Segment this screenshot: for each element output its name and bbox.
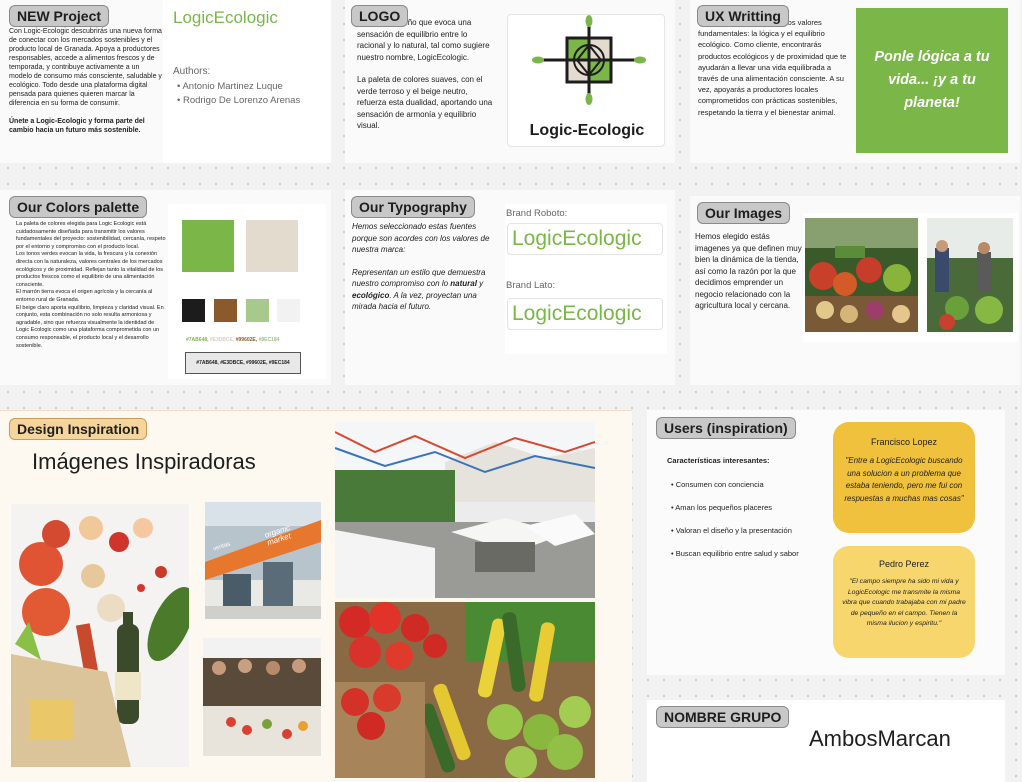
group-tag: NOMBRE GRUPO bbox=[656, 706, 790, 728]
colors-paragraph: Los tonos verdes evocan la vida, la fres… bbox=[16, 251, 164, 288]
typography-card: Our Typography Hemos seleccionado estas … bbox=[345, 190, 675, 385]
market-stalls-town-photo bbox=[335, 422, 595, 598]
swatch-beige bbox=[246, 220, 298, 272]
testimonial-pedro: Pedro Perez "El campo siempre ha sido mi… bbox=[833, 546, 975, 658]
colors-paragraph: La paleta de colores elegida para Logic … bbox=[16, 221, 166, 250]
users-card: Users (inspiration) Características inte… bbox=[647, 410, 1005, 675]
ux-description: ologic transmita nuestros dos valores fu… bbox=[698, 17, 848, 118]
typography-samples-panel: Brand Roboto: LogicEcologic Brand Lato: … bbox=[505, 204, 667, 354]
design-heading: Imágenes Inspiradoras bbox=[32, 449, 256, 474]
authors-label: Authors: bbox=[173, 66, 211, 77]
lato-sample: LogicEcologic bbox=[507, 298, 663, 330]
author-item: • Rodrigo De Lorenzo Arenas bbox=[177, 95, 301, 106]
swatch-green bbox=[182, 220, 234, 272]
ux-paragraph: ologic transmita nuestros dos valores fu… bbox=[698, 18, 847, 117]
color-code: #7AB648, bbox=[186, 337, 209, 343]
user-trait-item: • Consumen con conciencia bbox=[671, 480, 764, 489]
color-code: #9EC184 bbox=[258, 337, 280, 343]
logo-card: do por un diseño que evoca una sensación… bbox=[345, 0, 675, 163]
color-code: #E3DBCE, bbox=[209, 337, 235, 343]
user-trait-item: • Buscan equilibrio entre salud y sabor bbox=[671, 549, 799, 558]
market-crowd-photo bbox=[203, 638, 321, 756]
group-name-card: NOMBRE GRUPO AmbosMarcan bbox=[647, 700, 1005, 782]
new-project-paragraph: Con Logic-Ecologic descubrirás una nueva… bbox=[9, 28, 162, 107]
logo-tag: LOGO bbox=[351, 5, 409, 27]
testimonial-francisco: Francisco Lopez "Entre a LogicEcologic b… bbox=[833, 422, 975, 533]
images-paragraph: Hemos elegido estás imagenes ya que defi… bbox=[695, 232, 802, 310]
design-inspiration-card: Design Inspiration Imágenes Inspiradoras bbox=[0, 410, 632, 782]
testimonial-author: Pedro Perez bbox=[878, 559, 930, 569]
author-name: Rodrigo De Lorenzo Arenas bbox=[182, 95, 301, 106]
slogan-box: Ponle lógica a tu vida... ¡y a tu planet… bbox=[856, 8, 1008, 153]
ux-writting-card: ologic transmita nuestros dos valores fu… bbox=[690, 0, 1020, 163]
roboto-label: Brand Roboto: bbox=[506, 208, 568, 219]
new-project-brand-panel: LogicEcologic Authors: • Antonio Martine… bbox=[163, 0, 331, 163]
colors-paragraph: El marrón tierra evoca el origen agrícol… bbox=[16, 289, 153, 303]
organic-market-storefront-photo: organic market veritas bbox=[205, 502, 321, 619]
swatch-light-gray bbox=[277, 299, 300, 322]
brand-name: LogicEcologic bbox=[173, 8, 278, 27]
roboto-sample: LogicEcologic bbox=[507, 223, 663, 255]
colors-paragraph: El beige claro aporta equilibrio, limpie… bbox=[16, 304, 164, 349]
vegetables-crates-photo bbox=[335, 602, 595, 778]
design-tag: Design Inspiration bbox=[9, 418, 148, 440]
users-heading: Características interesantes: bbox=[667, 456, 770, 465]
color-code: #99602E, bbox=[235, 337, 258, 343]
new-project-card: NEW Project Con Logic-Ecologic descubrir… bbox=[0, 0, 331, 163]
user-trait-item: • Valoran el diseño y la presentación bbox=[671, 526, 792, 535]
images-description: Hemos elegido estás imagenes ya que defi… bbox=[695, 231, 803, 312]
logo-paragraph: La paleta de colores suaves, con el verd… bbox=[357, 75, 493, 130]
logo-description: do por un diseño que evoca una sensación… bbox=[357, 17, 497, 132]
logo-wordmark: Logic-Ecologic bbox=[529, 122, 645, 139]
vegetables-bag-photo bbox=[11, 504, 189, 767]
user-trait-item: • Aman los pequeños placeres bbox=[671, 503, 773, 512]
logo-mark-icon bbox=[532, 15, 646, 105]
ux-tag: UX Writting bbox=[697, 5, 789, 27]
typography-tag: Our Typography bbox=[351, 196, 475, 218]
new-project-tag: NEW Project bbox=[9, 5, 110, 27]
swatch-panel: #7AB648, #E3DBCE, #99602E, #9EC184 #7AB6… bbox=[168, 204, 326, 379]
slogan-text: Ponle lógica a tu vida... ¡y a tu planet… bbox=[874, 49, 990, 111]
new-project-description: Con Logic-Ecologic descubrirás una nueva… bbox=[9, 27, 164, 135]
color-codes-box: #7AB648, #E3DBCE, #99602E, #9EC184 bbox=[185, 352, 301, 374]
market-vendors-photo bbox=[927, 218, 1013, 332]
testimonial-quote: "Entre a LogicEcologic buscando una solu… bbox=[844, 456, 964, 503]
group-name: AmbosMarcan bbox=[809, 726, 951, 751]
colors-palette-card: Our Colors palette La paleta de colores … bbox=[0, 190, 331, 385]
author-item: • Antonio Martinez Luque bbox=[177, 81, 283, 92]
lato-label: Brand Lato: bbox=[506, 280, 556, 291]
new-project-cta: Únete a Logic-Ecologic y forma parte del… bbox=[9, 118, 145, 134]
users-tag: Users (inspiration) bbox=[656, 417, 796, 439]
logo-image-panel: Logic-Ecologic bbox=[507, 14, 665, 147]
colors-tag: Our Colors palette bbox=[9, 196, 148, 218]
colors-description: La paleta de colores elegida para Logic … bbox=[16, 221, 166, 350]
testimonial-author: Francisco Lopez bbox=[870, 437, 938, 447]
market-stall-photo bbox=[805, 218, 918, 332]
swatch-light-green bbox=[246, 299, 269, 322]
testimonial-quote: "El campo siempre ha sido mi vida y Logi… bbox=[842, 578, 966, 627]
swatch-dark bbox=[182, 299, 205, 322]
our-images-card: Our Images Hemos elegido estás imagenes … bbox=[690, 196, 1020, 385]
typography-paragraph: Hemos seleccionado estas fuentes porque … bbox=[352, 222, 490, 254]
typography-paragraph: Representan un estilo que demuestra nues… bbox=[352, 267, 486, 312]
images-tag: Our Images bbox=[697, 202, 791, 224]
color-codes-colored: #7AB648, #E3DBCE, #99602E, #9EC184 bbox=[186, 337, 279, 343]
swatch-brown bbox=[214, 299, 237, 322]
typography-description: Hemos seleccionado estas fuentes porque … bbox=[352, 221, 492, 313]
author-name: Antonio Martinez Luque bbox=[182, 81, 283, 92]
